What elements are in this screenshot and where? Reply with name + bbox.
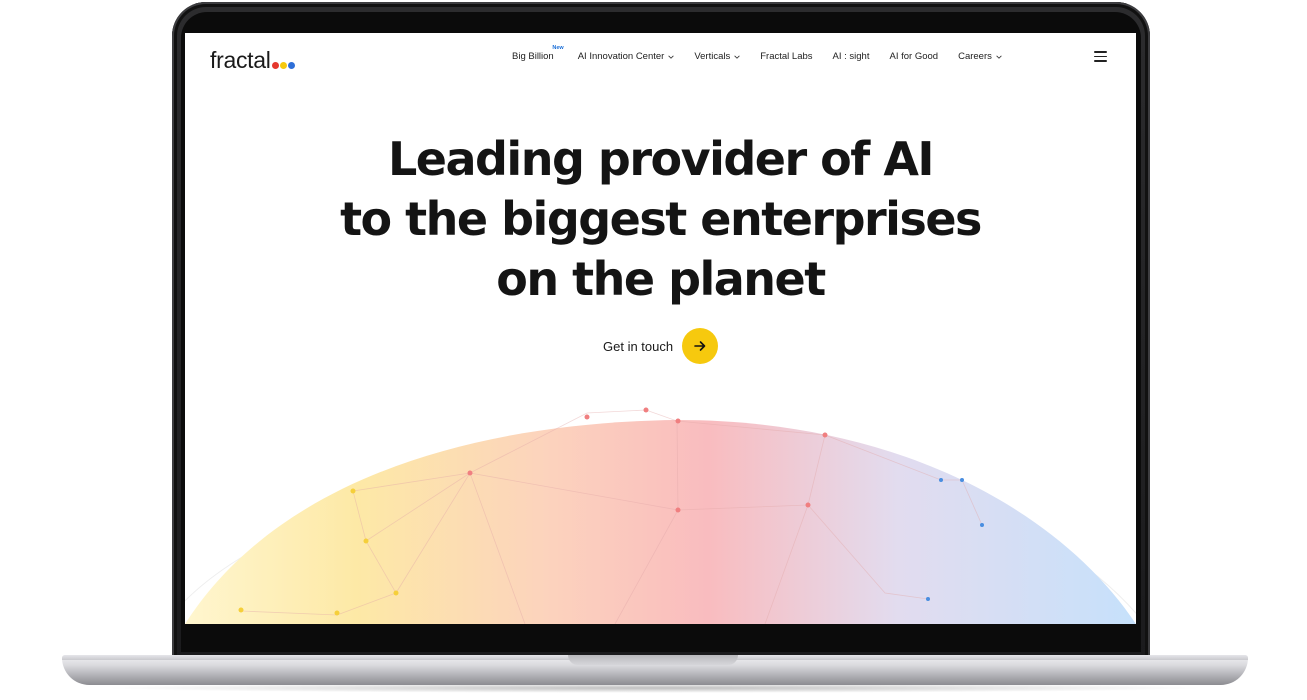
main-nav: Big Billion New AI Innovation Center Ver… xyxy=(512,45,1022,62)
nav-item-label: Careers xyxy=(958,51,992,62)
nav-item-label: Verticals xyxy=(694,51,731,62)
nav-item-label: Big Billion xyxy=(512,51,554,62)
nav-item-careers[interactable]: Careers xyxy=(958,51,1002,62)
arrow-right-icon xyxy=(694,341,706,351)
nav-item-big-billion[interactable]: Big Billion New xyxy=(512,45,564,62)
cta-button[interactable] xyxy=(682,328,719,364)
hero-heading: Leading provider of AI to the biggest en… xyxy=(185,129,1136,309)
website-screen: fractal Big Billion New AI Innovation Ce… xyxy=(185,33,1136,624)
cta-label: Get in touch xyxy=(603,338,674,354)
nav-item-label: Fractal Labs xyxy=(760,51,813,62)
hamburger-icon[interactable] xyxy=(1094,51,1107,62)
logo-dot-blue xyxy=(287,62,295,69)
nav-item-label: AI Innovation Center xyxy=(577,51,665,62)
chevron-down-icon xyxy=(996,55,1002,59)
nav-item-ai-sight[interactable]: AI : sight xyxy=(833,51,870,62)
logo-dot-yellow xyxy=(279,62,287,69)
nav-item-label: AI for Good xyxy=(889,51,939,62)
nav-item-fractal-labs[interactable]: Fractal Labs xyxy=(760,51,812,62)
logo-dot-red xyxy=(271,62,279,69)
logo-text: fractal xyxy=(210,47,271,73)
fractal-logo[interactable]: fractal xyxy=(210,43,295,73)
hero-line: Leading provider of AI xyxy=(387,132,935,186)
laptop-notch xyxy=(568,655,738,665)
nav-item-ai-innovation-center[interactable]: AI Innovation Center xyxy=(578,51,675,62)
new-badge: New xyxy=(552,45,564,51)
chevron-down-icon xyxy=(734,55,740,59)
get-in-touch-cta[interactable]: Get in touch xyxy=(603,328,719,364)
chevron-down-icon xyxy=(668,55,675,59)
nav-item-ai-for-good[interactable]: AI for Good xyxy=(889,51,938,62)
hero-line: on the planet xyxy=(496,252,826,306)
nav-item-label: AI : sight xyxy=(832,51,870,62)
hero-line: to the biggest enterprises xyxy=(340,192,982,246)
logo-dots xyxy=(271,62,295,69)
nav-item-verticals[interactable]: Verticals xyxy=(694,51,740,62)
globe-network-illustration xyxy=(185,407,1136,624)
